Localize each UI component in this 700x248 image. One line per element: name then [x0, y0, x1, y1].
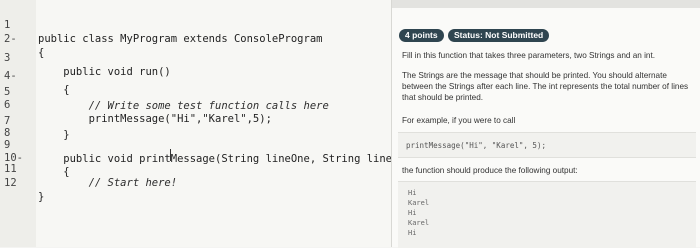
description-text: The Strings are the message that should …	[402, 71, 689, 102]
code-text[interactable]: public void printMessage(String lineOne,…	[38, 152, 391, 166]
code-text[interactable]: public class MyProgram extends ConsolePr…	[38, 32, 322, 46]
code-editor[interactable]: 1 public class MyProgram extends Console…	[0, 0, 392, 247]
code-text[interactable]: public void run()	[38, 65, 170, 79]
expected-output-box	[398, 181, 696, 248]
text-cursor	[170, 149, 171, 161]
code-text[interactable]: printMessage("Hi","Karel",5);	[38, 112, 272, 126]
code-line[interactable]: 9 public void printMessage(String lineOn…	[0, 124, 391, 165]
output-intro-text: the function should produce the followin…	[402, 166, 578, 175]
code-line[interactable]: 4- {	[0, 55, 70, 96]
code-line[interactable]: 1 public class MyProgram extends Console…	[0, 4, 322, 45]
code-text[interactable]: {	[38, 46, 44, 60]
code-line[interactable]: 2- {	[0, 18, 44, 59]
code-line[interactable]: 6 printMessage("Hi","Karel",5);	[0, 84, 272, 125]
output-line: Hi	[408, 229, 417, 237]
example-intro-text: For example, if you were to call	[402, 116, 516, 125]
code-line[interactable]: 5 // Write some test function calls here	[0, 71, 329, 112]
code-comment[interactable]: // Write some test function calls here	[38, 99, 329, 113]
instruction-text: Fill in this function that takes three p…	[402, 51, 656, 60]
output-line: Karel	[408, 219, 430, 227]
code-line[interactable]: 3 public void run()	[0, 37, 171, 78]
code-line[interactable]: 12 }	[0, 162, 44, 203]
output-line: Karel	[408, 199, 430, 207]
output-line: Hi	[408, 209, 417, 217]
example-call-code: printMessage("Hi", "Karel", 5);	[406, 141, 546, 150]
panel-top-strip	[392, 0, 700, 8]
code-text[interactable]: {	[38, 83, 69, 97]
points-badge: 4 points	[399, 29, 444, 42]
code-line[interactable]: 11 // Start here!	[0, 148, 177, 189]
code-comment[interactable]: // Start here!	[38, 176, 178, 190]
output-line: Hi	[408, 189, 417, 197]
code-text[interactable]: }	[38, 128, 69, 142]
code-text[interactable]: }	[38, 190, 44, 204]
status-badge: Status: Not Submitted	[448, 29, 550, 42]
line-number: 12	[4, 177, 17, 189]
